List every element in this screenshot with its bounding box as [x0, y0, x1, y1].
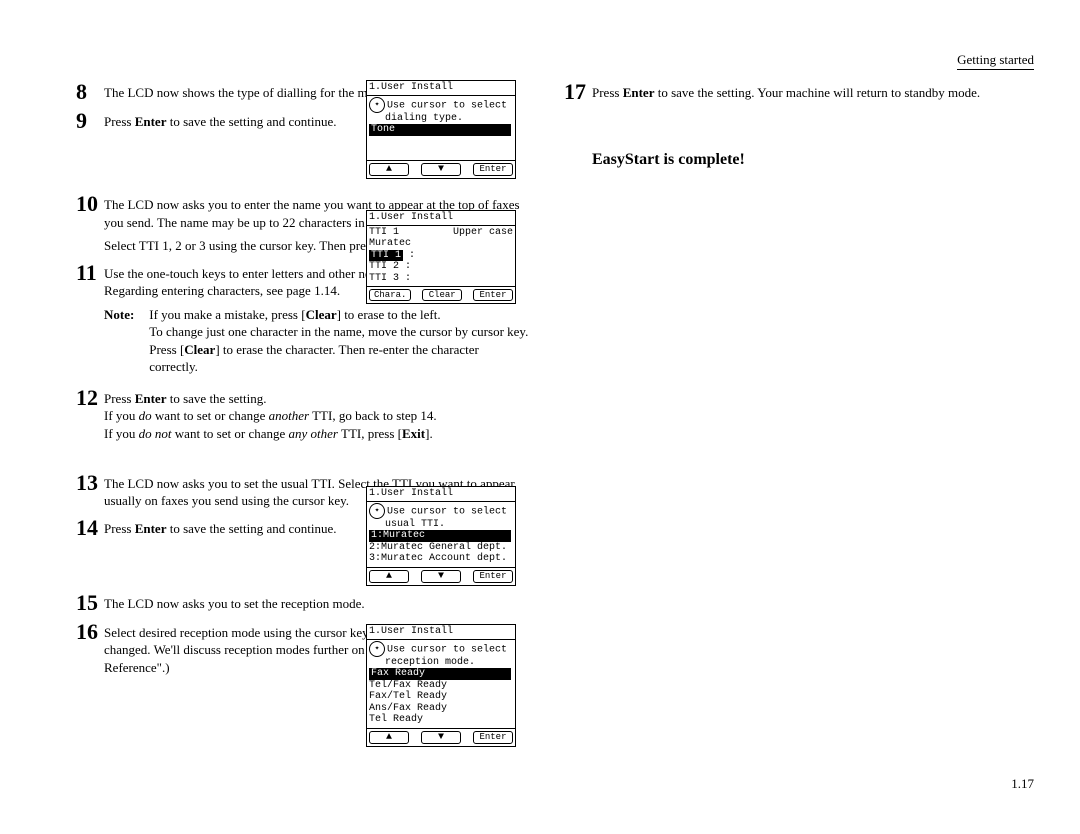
- down-button[interactable]: ▼: [421, 731, 461, 745]
- lcd-body: TTI 1Upper case Muratec TTI 1 : TTI 2 : …: [367, 226, 515, 287]
- lcd-hint: dialing type.: [369, 113, 513, 125]
- lcd-dialing-type: 1.User Install Use cursor to select dial…: [366, 80, 516, 179]
- up-button[interactable]: ▲: [369, 731, 409, 745]
- step-15: 15 The LCD now asks you to set the recep…: [76, 591, 536, 614]
- step-number: 11: [76, 261, 104, 284]
- step-text: The LCD now asks you to set the receptio…: [104, 591, 536, 613]
- step-number: 15: [76, 591, 104, 614]
- right-column: 17 Press Enter to save the setting. Your…: [564, 80, 1034, 169]
- lcd-row: TTI 1: [369, 227, 399, 238]
- lcd-selected: TTI 1: [369, 250, 403, 262]
- enter-button[interactable]: Enter: [473, 163, 513, 177]
- step-number: 17: [564, 80, 592, 103]
- easystart-complete: EasyStart is complete!: [592, 151, 1034, 169]
- step-12: 12 Press Enter to save the setting.If yo…: [76, 386, 536, 443]
- enter-button[interactable]: Enter: [473, 570, 513, 584]
- lcd-row: TTI 2 :: [369, 261, 513, 273]
- lcd-row: TTI 3 :: [369, 273, 513, 285]
- lcd-body: Use cursor to select reception mode. Fax…: [367, 640, 515, 728]
- down-button[interactable]: ▼: [421, 570, 461, 584]
- enter-button[interactable]: Enter: [473, 731, 513, 745]
- note-block: Note: If you make a mistake, press [Clea…: [104, 306, 536, 376]
- lcd-hint: usual TTI.: [369, 519, 513, 531]
- lcd-title: 1.User Install: [367, 211, 515, 226]
- lcd-row: Tel Ready: [369, 714, 513, 726]
- lcd-usual-tti: 1.User Install Use cursor to select usua…: [366, 486, 516, 586]
- step-number: 8: [76, 80, 104, 103]
- lcd-body: Use cursor to select dialing type. Tone: [367, 96, 515, 160]
- lcd-buttons: ▲ ▼ Enter: [367, 567, 515, 586]
- step-number: 13: [76, 471, 104, 494]
- up-button[interactable]: ▲: [369, 570, 409, 584]
- lcd-selected: Tone: [369, 124, 511, 136]
- lcd-hint: reception mode.: [369, 657, 513, 669]
- page-number: 1.17: [1011, 776, 1034, 792]
- step-number: 9: [76, 109, 104, 132]
- step-number: 16: [76, 620, 104, 643]
- lcd-buttons: ▲ ▼ Enter: [367, 160, 515, 179]
- lcd-hint: Use cursor to select: [387, 100, 507, 111]
- cursor-icon: [369, 97, 385, 113]
- lcd-title: 1.User Install: [367, 487, 515, 502]
- lcd-buttons: ▲ ▼ Enter: [367, 728, 515, 747]
- step-number: 12: [76, 386, 104, 409]
- lcd-row: Tel/Fax Ready: [369, 680, 513, 692]
- step-text: Press Enter to save the setting.If you d…: [104, 386, 536, 443]
- lcd-row: Muratec: [369, 238, 513, 250]
- lcd-row: Upper case: [453, 227, 513, 239]
- lcd-selected: Fax Ready: [369, 668, 511, 680]
- lcd-row: 3:Muratec Account dept.: [369, 553, 513, 565]
- down-button[interactable]: ▼: [421, 163, 461, 177]
- chara-button[interactable]: Chara.: [369, 289, 411, 301]
- note-label: Note:: [104, 306, 146, 324]
- step-number: 10: [76, 192, 104, 215]
- lcd-title: 1.User Install: [367, 625, 515, 640]
- lcd-selected: 1:Muratec: [369, 530, 511, 542]
- cursor-icon: [369, 641, 385, 657]
- enter-button[interactable]: Enter: [473, 289, 513, 301]
- lcd-row: Ans/Fax Ready: [369, 703, 513, 715]
- lcd-title: 1.User Install: [367, 81, 515, 96]
- header-section: Getting started: [957, 52, 1034, 70]
- lcd-row: 2:Muratec General dept.: [369, 542, 513, 554]
- step-text: Press Enter to save the setting. Your ma…: [592, 80, 1034, 102]
- clear-button[interactable]: Clear: [422, 289, 462, 301]
- page: Getting started 1.17 8 The LCD now shows…: [0, 0, 1080, 834]
- lcd-row: Fax/Tel Ready: [369, 691, 513, 703]
- cursor-icon: [369, 503, 385, 519]
- step-number: 14: [76, 516, 104, 539]
- lcd-hint: Use cursor to select: [387, 644, 507, 655]
- lcd-hint: Use cursor to select: [387, 506, 507, 517]
- lcd-reception-mode: 1.User Install Use cursor to select rece…: [366, 624, 516, 747]
- note-text: If you make a mistake, press [Clear] to …: [149, 306, 529, 376]
- lcd-tti-entry: 1.User Install TTI 1 Upper case Muratec T…: [366, 210, 516, 304]
- lcd-body: Use cursor to select usual TTI. 1:Murate…: [367, 502, 515, 567]
- lcd-buttons: Chara. Clear Enter: [367, 286, 515, 303]
- up-button[interactable]: ▲: [369, 163, 409, 177]
- step-17: 17 Press Enter to save the setting. Your…: [564, 80, 1034, 103]
